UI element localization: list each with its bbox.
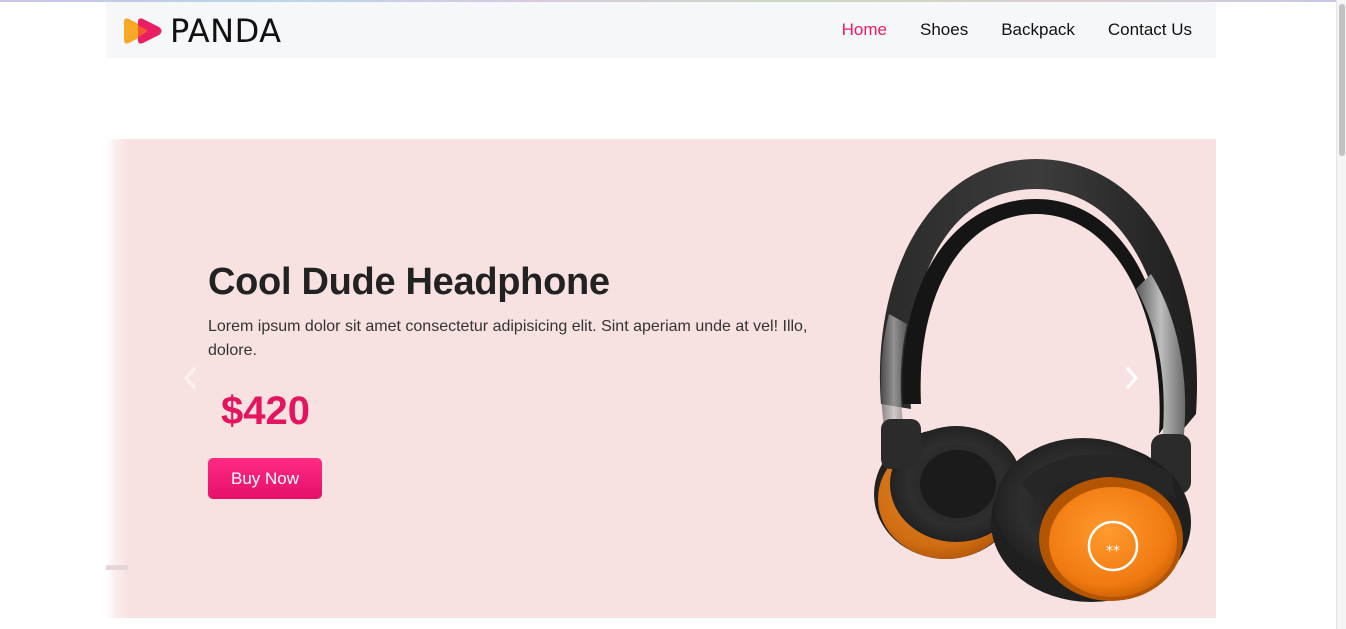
previous-slide-edge xyxy=(106,139,128,618)
buy-now-button[interactable]: Buy Now xyxy=(208,458,322,499)
brand-link[interactable]: PANDA xyxy=(122,12,282,50)
nav-contact-us[interactable]: Contact Us xyxy=(1108,20,1192,40)
product-title: Cool Dude Headphone xyxy=(208,261,610,303)
nav-shoes[interactable]: Shoes xyxy=(920,20,968,40)
panda-play-logo-icon xyxy=(124,18,162,44)
navbar: PANDA Home Shoes Backpack Contact Us xyxy=(106,2,1216,58)
nav-links: Home Shoes Backpack Contact Us xyxy=(809,2,1192,58)
carousel-prev-button[interactable] xyxy=(180,365,200,391)
nav-home[interactable]: Home xyxy=(842,20,887,40)
scrollbar-thumb[interactable] xyxy=(1339,4,1345,156)
svg-text:⁎⁎: ⁎⁎ xyxy=(1106,539,1120,555)
headphone-image: ⁎⁎ xyxy=(874,159,1198,602)
product-price: $420 xyxy=(221,389,310,433)
nav-backpack[interactable]: Backpack xyxy=(1001,20,1075,40)
brand-name: PANDA xyxy=(170,12,282,50)
hero-carousel: Cool Dude Headphone Lorem ipsum dolor si… xyxy=(106,139,1216,618)
product-description: Lorem ipsum dolor sit amet consectetur a… xyxy=(208,318,808,359)
chevron-left-icon xyxy=(184,367,196,389)
previous-slide-mark xyxy=(106,565,128,570)
